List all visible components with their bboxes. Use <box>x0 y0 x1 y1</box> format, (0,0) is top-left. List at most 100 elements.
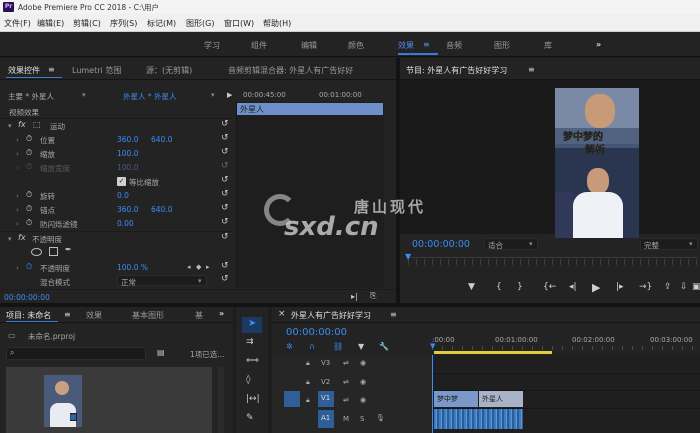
workspace-more-icon[interactable]: » <box>596 40 601 49</box>
playhead-icon[interactable]: ▼ <box>405 252 411 261</box>
export-frame-icon[interactable]: ▣ <box>692 282 700 292</box>
ripple-edit-tool-icon[interactable]: ⟺ <box>246 356 259 366</box>
add-keyframe-icon[interactable]: ◆ <box>196 263 201 271</box>
track-target-a1[interactable]: A1 <box>318 410 334 428</box>
position-x-value[interactable]: 360.0 <box>117 135 138 144</box>
pen-mask-icon[interactable]: ✒ <box>65 245 72 254</box>
anchor-expand-icon[interactable]: › <box>16 206 19 214</box>
snap-icon[interactable]: ∩ <box>309 342 315 351</box>
tab-menu-icon[interactable]: ≡ <box>390 310 397 319</box>
fx-badge-icon[interactable]: fx <box>18 233 26 242</box>
scale-reset-icon[interactable]: ↺ <box>221 147 229 157</box>
tab-menu-icon[interactable]: ≡ <box>64 310 71 319</box>
slip-tool-icon[interactable]: |↔| <box>246 394 260 404</box>
tab-program-monitor[interactable]: 节目: 外星人有广告好好学习 <box>406 65 507 76</box>
master-dropdown-icon[interactable]: ▾ <box>82 91 86 99</box>
scrubber-track[interactable] <box>408 257 698 258</box>
workspace-libraries[interactable]: 库 <box>544 40 552 51</box>
video-frame[interactable]: 梦中梦的 解析 <box>555 88 639 238</box>
workspace-graphics[interactable]: 图形 <box>494 40 510 51</box>
lock-icon[interactable]: 🔒︎ <box>306 359 310 368</box>
playhead-icon[interactable]: ▼ <box>430 342 435 350</box>
position-stopwatch-icon[interactable]: ⏱ <box>26 134 32 144</box>
tab-source[interactable]: 源：(无剪辑) <box>146 65 192 76</box>
source-patch-v1[interactable] <box>284 391 300 407</box>
scale-value[interactable]: 100.0 <box>117 149 138 158</box>
tab-lumetri-scopes[interactable]: Lumetri 范围 <box>72 65 121 76</box>
tab-audio-clip-mixer[interactable]: 音频剪辑混合器: 外星人有广告好好 <box>228 65 371 76</box>
antiflicker-value[interactable]: 0.00 <box>117 219 134 228</box>
opacity-section-reset-icon[interactable]: ↺ <box>221 232 229 242</box>
effect-controls-timecode[interactable]: 00:00:00:00 <box>4 293 50 302</box>
filter-icon[interactable]: ▸| <box>351 292 358 301</box>
audio-clip-waveform[interactable] <box>434 409 523 429</box>
motion-transform-icon[interactable]: ⬚ <box>33 120 41 129</box>
motion-expand-icon[interactable]: ▾ <box>8 122 12 130</box>
mark-in-icon[interactable]: { <box>496 282 502 292</box>
fit-dropdown[interactable]: 适合 ▾ <box>484 238 538 250</box>
project-scrollbar[interactable] <box>218 367 224 433</box>
anchor-stopwatch-icon[interactable]: ⏱ <box>26 204 32 214</box>
fx-badge-icon[interactable]: fx <box>18 120 26 129</box>
menu-clip[interactable]: 剪辑(C) <box>73 18 101 29</box>
antiflicker-reset-icon[interactable]: ↺ <box>221 217 229 227</box>
sync-lock-icon[interactable]: ⇌ <box>343 396 349 404</box>
anchor-y-value[interactable]: 640.0 <box>151 205 172 214</box>
close-icon[interactable]: × <box>278 309 286 319</box>
mark-out-icon[interactable]: } <box>517 282 523 292</box>
blend-mode-reset-icon[interactable]: ↺ <box>221 274 229 284</box>
time-ruler[interactable]: :00:00 00:01:00:00 00:02:00:00 00:03:00:… <box>430 323 700 355</box>
workspace-assembly[interactable]: 组件 <box>251 40 267 51</box>
rotation-stopwatch-icon[interactable]: ⏱ <box>26 190 32 200</box>
opacity-expand-icon[interactable]: › <box>16 264 19 272</box>
go-to-in-icon[interactable]: {← <box>543 282 556 292</box>
program-timecode[interactable]: 00:00:00:00 <box>412 239 470 250</box>
eye-icon[interactable]: ◉ <box>360 378 366 386</box>
extract-icon[interactable]: ⇩ <box>680 282 688 292</box>
opacity-stopwatch-icon[interactable]: ⏱ <box>26 262 32 272</box>
tab-project[interactable]: 项目: 未命名 <box>6 310 51 321</box>
menu-sequence[interactable]: 序列(S) <box>110 18 137 29</box>
solo-button[interactable]: S <box>360 415 364 423</box>
antiflicker-stopwatch-icon[interactable]: ⏱ <box>26 218 32 228</box>
new-bin-icon[interactable]: ▤ <box>157 348 165 357</box>
more-tabs-icon[interactable]: » <box>219 309 224 318</box>
workspace-audio[interactable]: 音频 <box>446 40 462 51</box>
position-y-value[interactable]: 640.0 <box>151 135 172 144</box>
position-expand-icon[interactable]: › <box>16 136 19 144</box>
tab-menu-icon[interactable]: ≡ <box>48 65 55 74</box>
lift-icon[interactable]: ⇪ <box>664 282 672 292</box>
play-icon[interactable]: ▶ <box>592 281 600 294</box>
menu-help[interactable]: 帮助(H) <box>263 18 291 29</box>
sync-lock-icon[interactable]: ⇌ <box>343 359 349 367</box>
tab-effects[interactable]: 效果 <box>86 310 102 321</box>
sync-lock-icon[interactable]: ⇌ <box>343 378 349 386</box>
scale-expand-icon[interactable]: › <box>16 150 19 158</box>
workspace-menu-icon[interactable]: ≡ <box>423 40 430 49</box>
tab-menu-icon[interactable]: ≡ <box>528 65 535 74</box>
eye-icon[interactable]: ◉ <box>360 359 366 367</box>
video-clip[interactable]: 梦中梦 <box>434 391 478 407</box>
play-clip-icon[interactable]: ▶ <box>227 91 232 99</box>
selection-tool-icon[interactable]: ➤ <box>248 318 256 329</box>
master-clip-label[interactable]: 主要 * 外星人 <box>8 91 54 102</box>
rotation-expand-icon[interactable]: › <box>16 192 19 200</box>
menu-edit[interactable]: 编辑(E) <box>37 18 64 29</box>
mute-button[interactable]: M <box>343 415 349 423</box>
pen-tool-icon[interactable]: ✎ <box>246 413 254 423</box>
add-marker-icon[interactable]: ▼ <box>468 282 475 292</box>
video-clip[interactable]: 外星人 <box>479 391 523 407</box>
opacity-reset-icon[interactable]: ↺ <box>221 261 229 271</box>
clip-block[interactable]: 外星人 <box>237 103 383 115</box>
motion-reset-icon[interactable]: ↺ <box>221 119 229 129</box>
lock-icon[interactable]: 🔒︎ <box>306 396 310 405</box>
opacity-value[interactable]: 100.0 % <box>117 263 148 272</box>
timeline-timecode[interactable]: 00:00:00:00 <box>286 327 347 338</box>
clip-dropdown-icon[interactable]: ▾ <box>211 91 215 99</box>
workspace-effects[interactable]: 效果 <box>398 40 414 51</box>
lock-icon[interactable]: 🔒︎ <box>306 378 310 387</box>
project-search-input[interactable]: ⌕ <box>6 347 146 360</box>
timeline-settings-icon[interactable]: 🔧 <box>379 342 389 351</box>
add-marker-icon[interactable]: ▼ <box>358 342 364 351</box>
nest-sequence-icon[interactable]: ✲ <box>286 342 293 351</box>
